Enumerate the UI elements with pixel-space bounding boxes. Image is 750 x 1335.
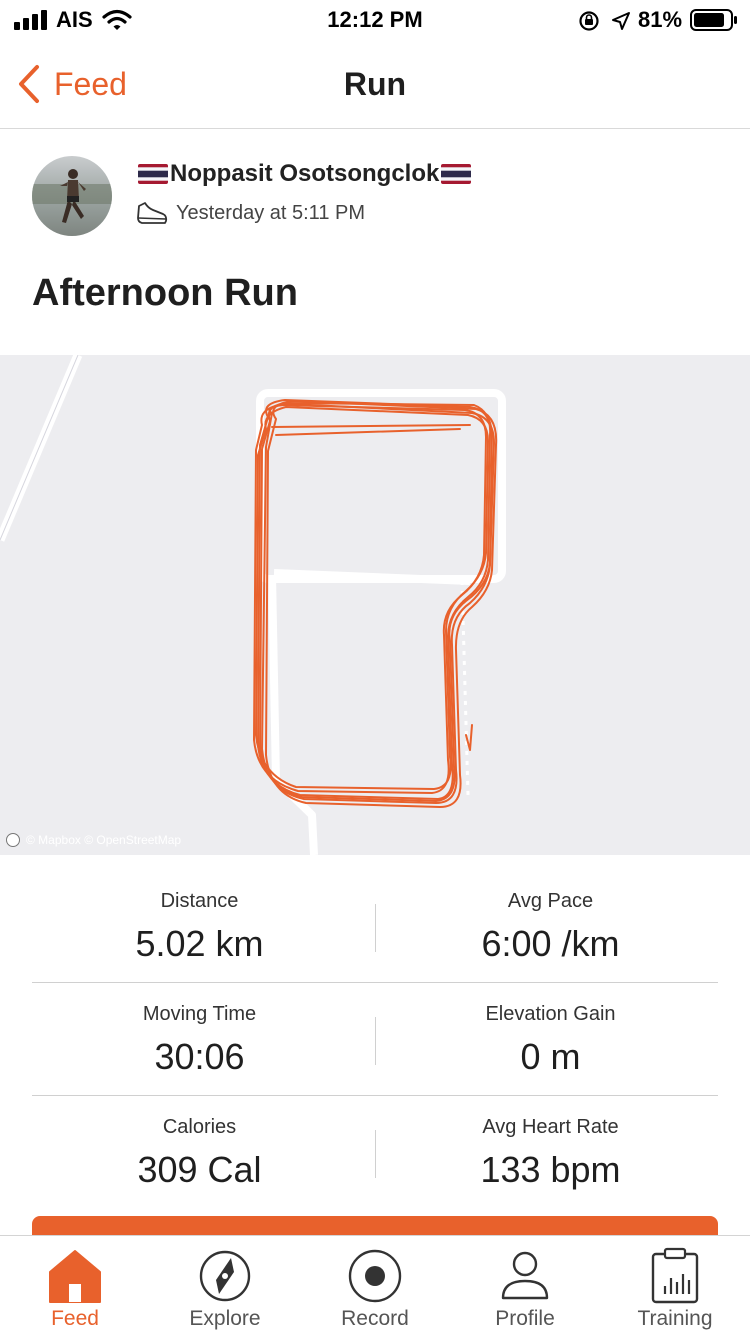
stat-calories: Calories 309 Cal bbox=[12, 1116, 387, 1191]
activity-title: Afternoon Run bbox=[32, 272, 298, 314]
clipboard-chart-icon bbox=[651, 1247, 699, 1304]
page-title: Run bbox=[343, 66, 407, 102]
tab-training[interactable]: Training bbox=[600, 1236, 750, 1335]
stat-label: Elevation Gain bbox=[485, 1003, 616, 1025]
running-shoe-icon bbox=[137, 202, 168, 224]
activity-meta: Yesterday at 5:11 PM bbox=[136, 200, 365, 226]
tab-label: Profile bbox=[495, 1307, 555, 1330]
map-canvas bbox=[0, 355, 506, 855]
orientation-lock-icon bbox=[579, 11, 599, 31]
thailand-flag-icon bbox=[441, 164, 472, 184]
tab-bar: Feed Explore Record Profile Training bbox=[0, 1235, 750, 1335]
stat-avg-heart-rate: Avg Heart Rate 133 bpm bbox=[363, 1116, 738, 1191]
stat-label: Calories bbox=[162, 1116, 237, 1138]
tab-explore[interactable]: Explore bbox=[150, 1236, 300, 1335]
avatar[interactable] bbox=[32, 156, 112, 236]
location-arrow-icon bbox=[612, 12, 630, 30]
stat-distance: Distance 5.02 km bbox=[12, 890, 387, 965]
tab-profile[interactable]: Profile bbox=[450, 1236, 600, 1335]
athlete-name[interactable]: Noppasit Osotsongclok bbox=[138, 160, 472, 188]
map-attribution[interactable]: © Mapbox © OpenStreetMap bbox=[6, 833, 181, 847]
route-path bbox=[253, 399, 498, 808]
stat-moving-time: Moving Time 30:06 bbox=[12, 1003, 387, 1078]
mapbox-logo-icon bbox=[6, 833, 20, 847]
stat-value: 309 Cal bbox=[137, 1149, 262, 1190]
stat-value: 30:06 bbox=[154, 1036, 245, 1077]
navigation-bar: Feed Run bbox=[0, 40, 750, 129]
status-bar: AIS 12:12 PM 81% bbox=[0, 0, 750, 40]
tab-label: Explore bbox=[189, 1307, 261, 1330]
activity-time: Yesterday at 5:11 PM bbox=[176, 201, 366, 224]
stat-label: Distance bbox=[160, 890, 239, 912]
stat-label: Avg Pace bbox=[507, 890, 594, 912]
tab-label: Feed bbox=[51, 1307, 99, 1330]
tab-label: Record bbox=[341, 1307, 409, 1330]
stat-elevation-gain: Elevation Gain 0 m bbox=[363, 1003, 738, 1078]
battery-percentage: 81% bbox=[638, 7, 683, 32]
tab-feed[interactable]: Feed bbox=[0, 1236, 150, 1335]
stat-value: 0 m bbox=[520, 1036, 581, 1077]
compass-icon bbox=[199, 1250, 251, 1302]
stat-value: 133 bpm bbox=[480, 1149, 621, 1190]
tab-record[interactable]: Record bbox=[300, 1236, 450, 1335]
route-map[interactable]: © Mapbox © OpenStreetMap bbox=[0, 355, 750, 855]
stat-value: 6:00 /km bbox=[481, 923, 620, 964]
home-icon bbox=[49, 1250, 101, 1303]
record-icon bbox=[348, 1249, 402, 1303]
divider bbox=[32, 982, 718, 983]
stat-label: Avg Heart Rate bbox=[482, 1116, 619, 1138]
athlete-name-text: Noppasit Osotsongclok bbox=[170, 160, 440, 187]
stat-value: 5.02 km bbox=[135, 923, 264, 964]
stat-avg-pace: Avg Pace 6:00 /km bbox=[363, 890, 738, 965]
tab-label: Training bbox=[637, 1307, 713, 1330]
attribution-text: © Mapbox © OpenStreetMap bbox=[26, 833, 182, 847]
thailand-flag-icon bbox=[138, 164, 168, 184]
divider bbox=[32, 1095, 718, 1096]
stat-label: Moving Time bbox=[142, 1003, 257, 1025]
battery-icon bbox=[690, 9, 737, 31]
person-icon bbox=[501, 1251, 549, 1300]
